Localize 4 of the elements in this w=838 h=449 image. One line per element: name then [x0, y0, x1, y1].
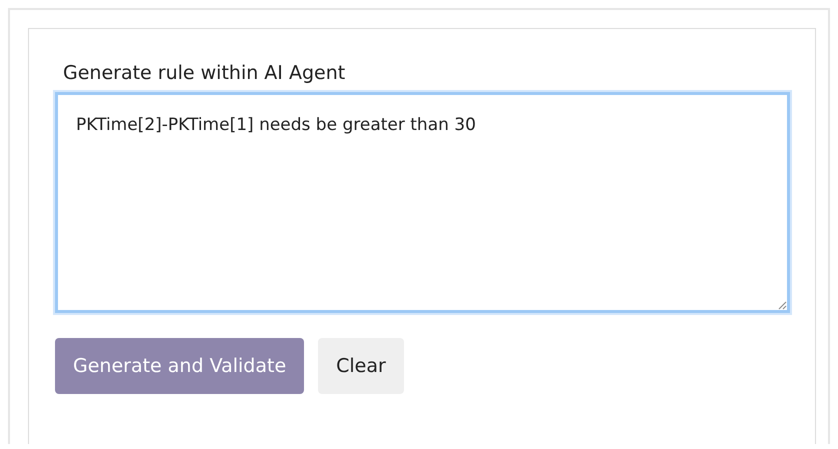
resize-grip-icon[interactable]	[777, 300, 787, 310]
rule-text-area[interactable]: PKTime[2]-PKTime[1] needs be greater than 30	[55, 92, 790, 313]
field-label: Generate rule within AI Agent	[63, 62, 346, 84]
clear-button[interactable]: Clear	[318, 338, 404, 394]
